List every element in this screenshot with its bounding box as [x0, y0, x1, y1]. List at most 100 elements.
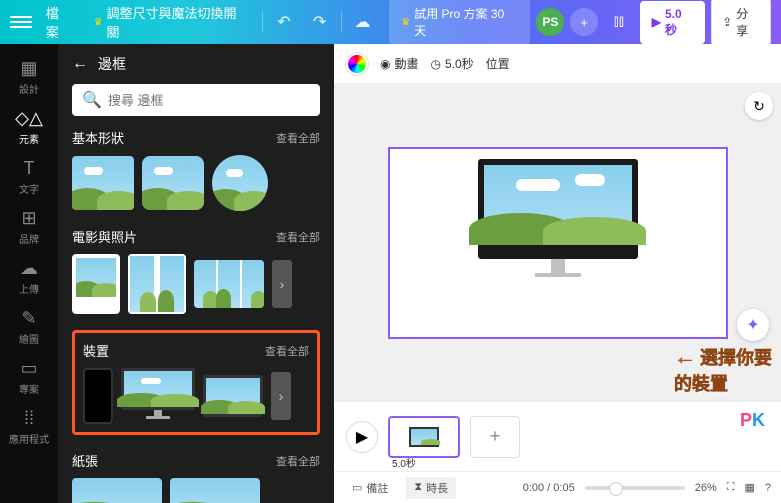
- see-all-link[interactable]: 查看全部: [265, 343, 309, 359]
- rail-apps[interactable]: ⁞⁞應用程式: [0, 402, 58, 452]
- color-picker-swatch[interactable]: [346, 53, 368, 75]
- tutorial-annotation: 選擇你要的裝置: [674, 344, 781, 396]
- left-rail: ▦設計 ◇△元素 T文字 ⊞品牌 ☁上傳 ✎繪圖 ▭專案 ⁞⁞應用程式: [0, 44, 58, 503]
- rail-draw[interactable]: ✎繪圖: [0, 302, 58, 352]
- animate-icon: ◉: [380, 57, 390, 71]
- brand-icon: ⊞: [21, 208, 36, 229]
- duration-button[interactable]: ◷5.0秒: [431, 55, 474, 72]
- back-arrow-icon[interactable]: ←: [72, 55, 88, 73]
- rail-elements[interactable]: ◇△元素: [0, 102, 58, 152]
- zoom-slider[interactable]: [585, 486, 685, 490]
- cloud-upload-icon: ☁: [20, 258, 38, 279]
- try-pro-button[interactable]: ♛ 試用 Pro 方案 30 天: [389, 0, 530, 45]
- elements-panel: ← 邊框 🔍 基本形狀 查看全部: [58, 44, 334, 503]
- resize-magic-switch[interactable]: ♛ 調整尺寸與魔法切換開關: [86, 0, 257, 45]
- position-button[interactable]: 位置: [486, 55, 510, 72]
- bottom-bar: ▭備註 ⧗時長 0:00 / 0:05 26% ⛶ ▦ ?: [334, 471, 781, 503]
- crown-icon: ♛: [94, 17, 103, 28]
- file-menu[interactable]: 檔案: [38, 0, 80, 45]
- frame-split-double[interactable]: [128, 254, 186, 314]
- undo-icon[interactable]: ↶: [269, 7, 299, 37]
- frame-paper[interactable]: [170, 478, 260, 503]
- magic-sparkle-button[interactable]: ✦: [737, 309, 769, 341]
- frame-film-strip[interactable]: [194, 260, 264, 308]
- add-member-button[interactable]: +: [570, 8, 598, 36]
- divider: [262, 11, 263, 33]
- rail-upload[interactable]: ☁上傳: [0, 252, 58, 302]
- scroll-right-icon[interactable]: ›: [272, 260, 292, 308]
- rail-design[interactable]: ▦設計: [0, 52, 58, 102]
- fullscreen-icon[interactable]: ⛶: [727, 481, 735, 494]
- apps-icon: ⁞⁞: [24, 408, 34, 429]
- timeline: ▶ 5.0秒 + PK: [334, 401, 781, 471]
- cloud-sync-icon[interactable]: ☁: [348, 7, 378, 37]
- timeline-play-button[interactable]: ▶: [346, 421, 378, 453]
- add-page-button[interactable]: +: [470, 416, 520, 458]
- hamburger-menu-icon[interactable]: [10, 11, 32, 33]
- frame-square[interactable]: [72, 156, 134, 210]
- see-all-link[interactable]: 查看全部: [276, 453, 320, 469]
- imac-frame-element[interactable]: [478, 159, 638, 277]
- folder-icon: ▭: [20, 358, 37, 379]
- search-icon: 🔍: [82, 90, 102, 110]
- search-input[interactable]: [108, 93, 310, 108]
- redo-icon[interactable]: ↷: [305, 7, 335, 37]
- time-display: 0:00 / 0:05: [523, 482, 575, 494]
- rail-brand[interactable]: ⊞品牌: [0, 202, 58, 252]
- crown-icon: ♛: [401, 17, 410, 28]
- section-title: 基本形狀: [72, 128, 124, 147]
- section-basic-shapes: 基本形狀 查看全部: [72, 128, 320, 211]
- frame-phone[interactable]: [83, 368, 113, 424]
- upload-icon: ⇪: [722, 15, 732, 29]
- animate-button[interactable]: ◉動畫: [380, 55, 419, 72]
- canvas-toolbar: ◉動畫 ◷5.0秒 位置: [334, 44, 781, 84]
- pro-label: 試用 Pro 方案 30 天: [414, 5, 518, 39]
- notes-button[interactable]: ▭備註: [344, 477, 396, 499]
- canvas-area: ◉動畫 ◷5.0秒 位置 ↻ ✦ 選擇你要的裝置 ▶: [334, 44, 781, 503]
- shapes-icon: ◇△: [15, 108, 43, 129]
- search-box[interactable]: 🔍: [72, 84, 320, 116]
- timeline-frame-1[interactable]: 5.0秒: [388, 416, 460, 458]
- play-duration: 5.0秒: [665, 7, 693, 38]
- analytics-icon[interactable]: ⫾⫾: [604, 7, 634, 37]
- frame-tablet[interactable]: [203, 375, 263, 417]
- preview-play-button[interactable]: ▶ 5.0秒: [640, 1, 706, 44]
- clock-icon: ◷: [431, 57, 441, 71]
- frame-paper-torn[interactable]: [72, 478, 162, 503]
- scroll-right-icon[interactable]: ›: [271, 372, 291, 420]
- canvas-page[interactable]: [388, 147, 728, 339]
- divider: [341, 11, 342, 33]
- see-all-link[interactable]: 查看全部: [276, 229, 320, 245]
- timeline-icon: ⧗: [414, 481, 422, 494]
- zoom-level: 26%: [695, 482, 717, 494]
- rotate-reset-icon[interactable]: ↻: [745, 92, 773, 120]
- frame-rounded[interactable]: [142, 156, 204, 210]
- frame-desktop-monitor[interactable]: [121, 368, 195, 424]
- duration-button[interactable]: ⧗時長: [406, 477, 456, 499]
- section-title: 電影與照片: [72, 227, 137, 246]
- section-paper: 紙張 查看全部: [72, 451, 320, 503]
- section-title: 裝置: [83, 341, 109, 360]
- section-devices: 裝置 查看全部 ›: [72, 330, 320, 435]
- pencil-icon: ✎: [21, 308, 36, 329]
- share-button[interactable]: ⇪ 分享: [711, 0, 771, 46]
- watermark: PK: [740, 410, 765, 431]
- rail-project[interactable]: ▭專案: [0, 352, 58, 402]
- frame-circle[interactable]: [212, 155, 268, 211]
- share-label: 分享: [736, 5, 760, 39]
- frame-duration-label: 5.0秒: [392, 455, 416, 470]
- text-icon: T: [24, 158, 35, 179]
- section-film-photos: 電影與照片 查看全部 ›: [72, 227, 320, 314]
- grid-view-icon[interactable]: ▦: [744, 481, 754, 494]
- user-avatar[interactable]: PS: [536, 8, 564, 36]
- template-icon: ▦: [20, 58, 37, 79]
- frame-polaroid[interactable]: [72, 254, 120, 314]
- panel-title: 邊框: [98, 54, 126, 74]
- resize-label: 調整尺寸與魔法切換開關: [107, 3, 249, 41]
- play-icon: ▶: [652, 15, 661, 29]
- rail-text[interactable]: T文字: [0, 152, 58, 202]
- section-title: 紙張: [72, 451, 98, 470]
- see-all-link[interactable]: 查看全部: [276, 130, 320, 146]
- top-bar: 檔案 ♛ 調整尺寸與魔法切換開關 ↶ ↷ ☁ ♛ 試用 Pro 方案 30 天 …: [0, 0, 781, 44]
- help-icon[interactable]: ?: [765, 482, 771, 494]
